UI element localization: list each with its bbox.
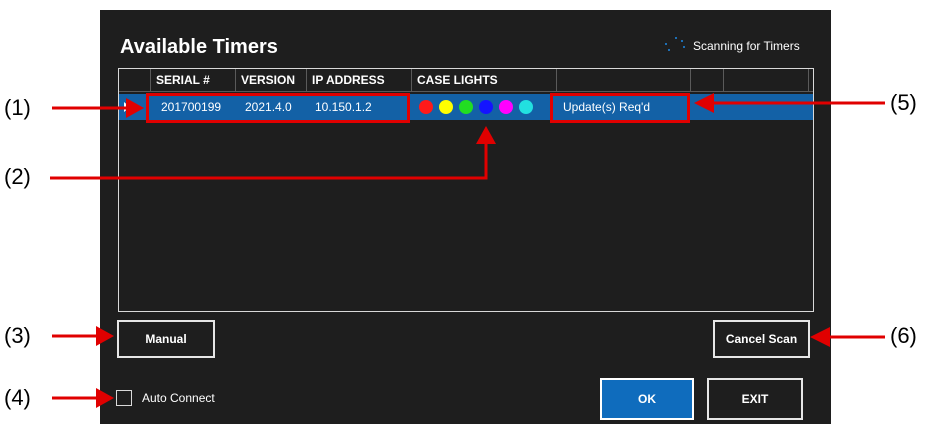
callout-label-3: (3) [4, 323, 31, 348]
callout-label-2: (2) [4, 164, 31, 189]
callout-arrows [50, 93, 885, 408]
callout-arrow-2 [50, 142, 488, 180]
callout-label-1: (1) [4, 95, 31, 120]
callout-label-5: (5) [890, 90, 917, 115]
callout-label-6: (6) [890, 323, 917, 348]
callout-label-4: (4) [4, 385, 31, 410]
